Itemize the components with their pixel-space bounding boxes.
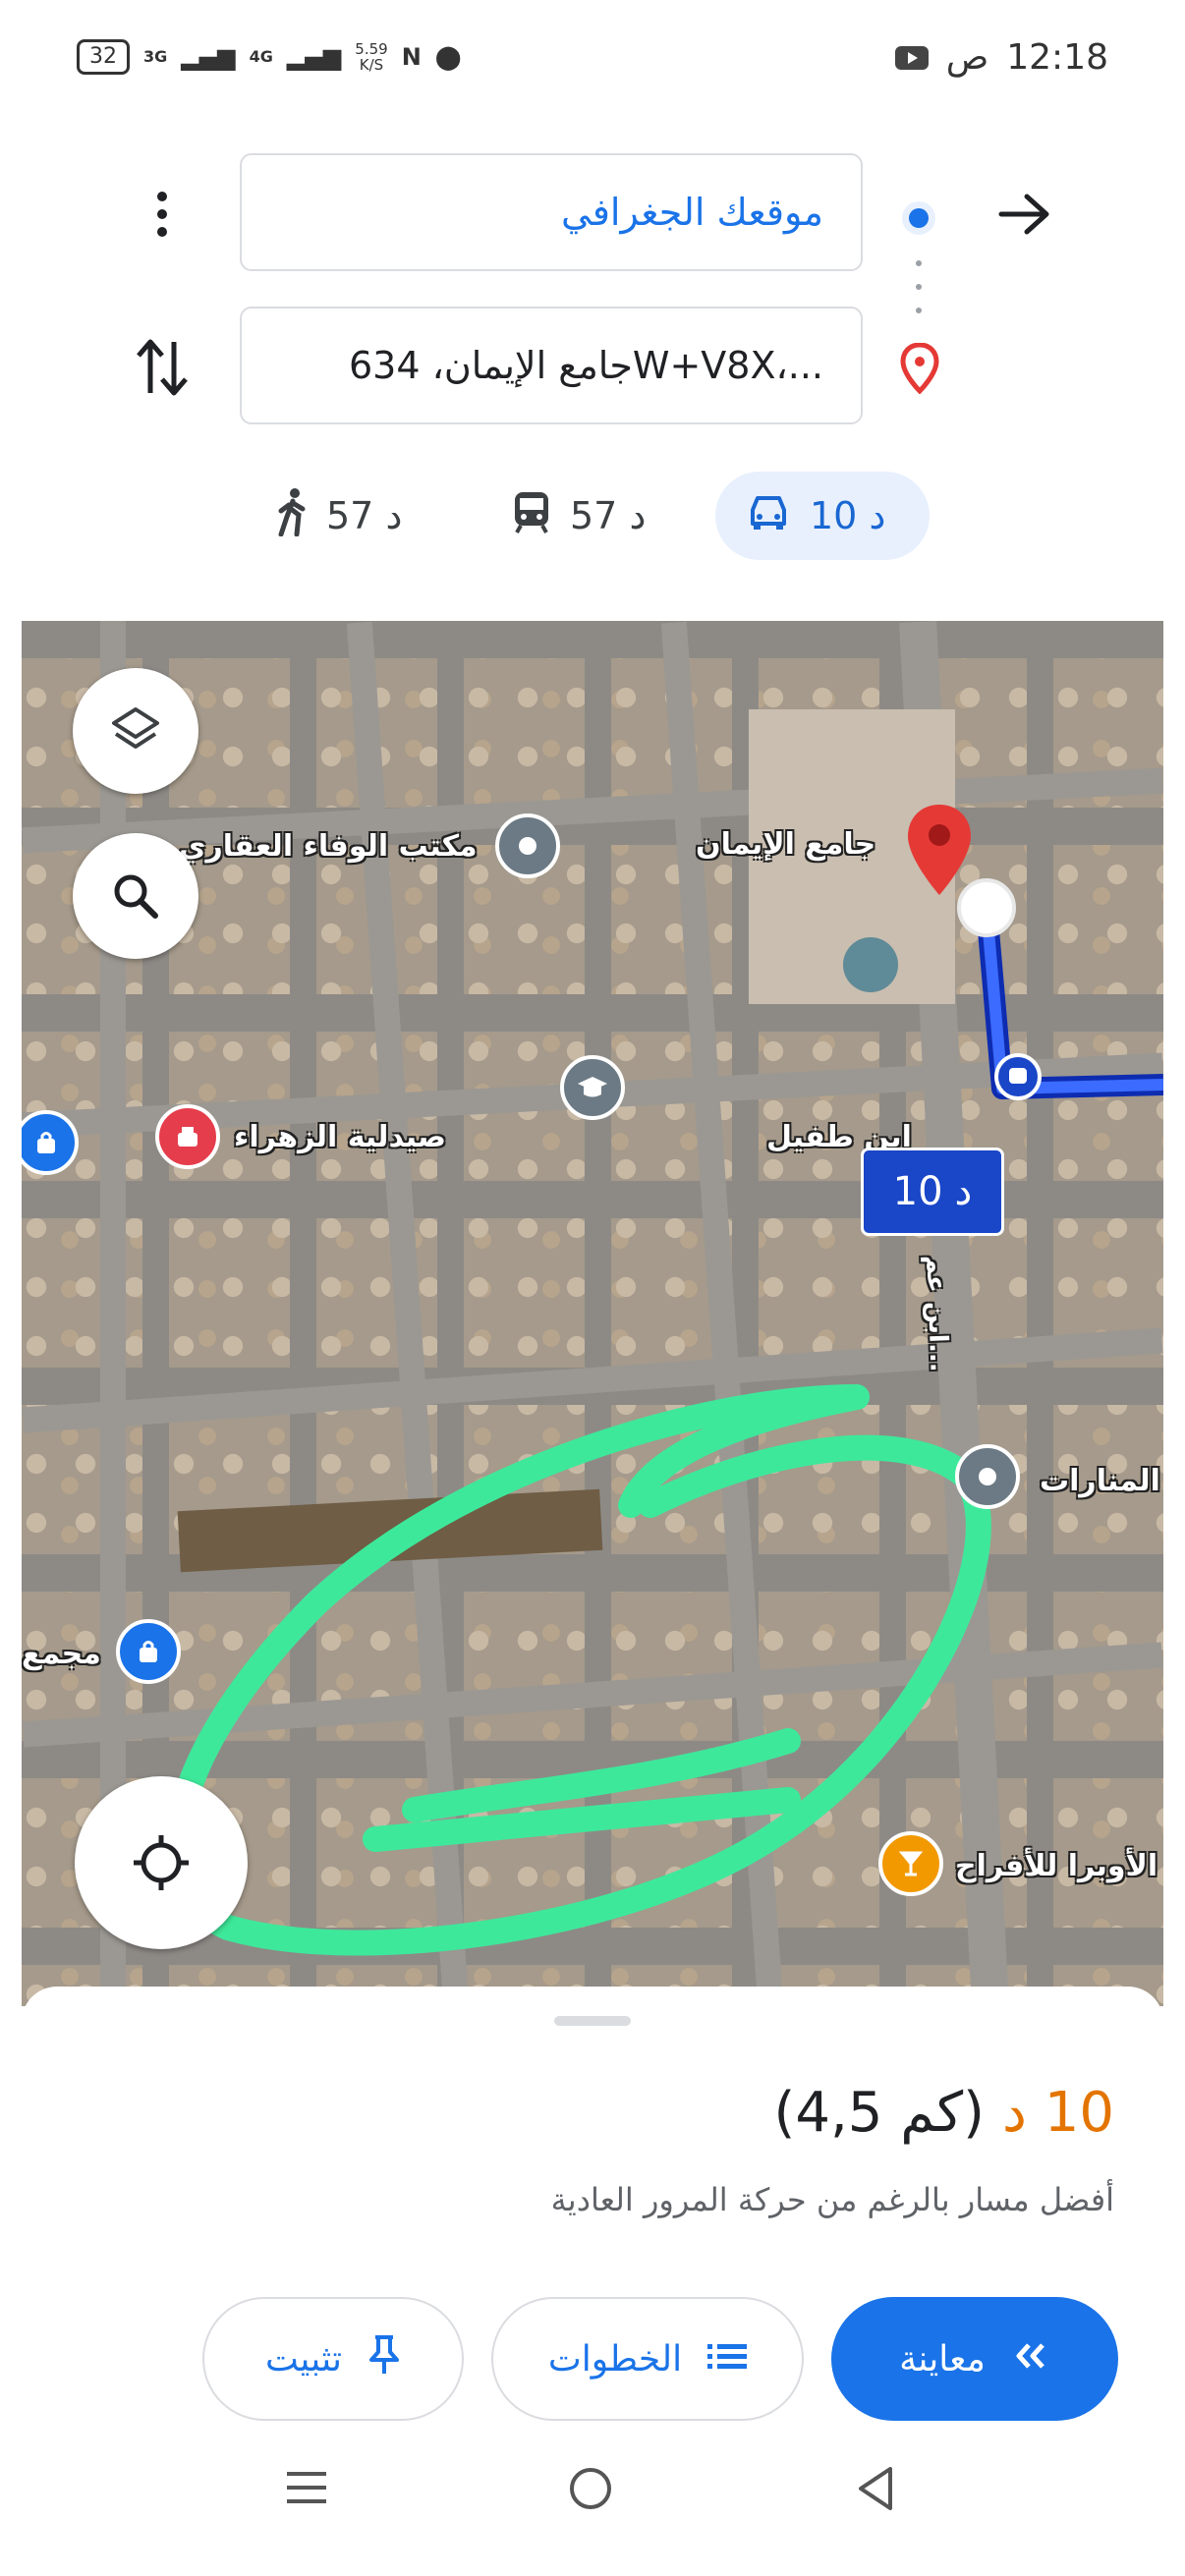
map-label-mosque[interactable]: جامع الإيمان: [696, 827, 875, 862]
system-nav-bar: [0, 2425, 1185, 2576]
preview-button[interactable]: معاينة: [831, 2297, 1118, 2421]
map-label-pharmacy[interactable]: صيدلية الزهراء: [234, 1120, 446, 1154]
battery-indicator: 32: [77, 39, 130, 75]
search-along-route-button[interactable]: [73, 833, 198, 959]
route-dots: [911, 257, 927, 316]
steps-label: الخطوات: [547, 2338, 683, 2380]
shopping-pin-icon[interactable]: [116, 1619, 181, 1684]
map-label-street-ibn-am: ابن عم...: [920, 1255, 954, 1372]
list-icon: [707, 2339, 748, 2380]
route-distance: (4,5 كم): [773, 2081, 985, 2145]
mode-walk-label: 57 د: [326, 494, 403, 537]
route-duration: 10 د: [1001, 2081, 1114, 2145]
status-icons-left: 32 3G ▂▄▆ 4G ▂▄▆ 5.59 K/S N ⬤: [77, 39, 462, 75]
status-bar: 32 3G ▂▄▆ 4G ▂▄▆ 5.59 K/S N ⬤ ص 12:18: [0, 0, 1185, 128]
signal-icon: ▂▄▆: [286, 43, 342, 71]
steps-button[interactable]: الخطوات: [491, 2297, 804, 2421]
signal-icon: ▂▄▆: [181, 43, 236, 71]
ampm-label: ص: [945, 37, 989, 78]
pushpin-icon: [367, 2334, 401, 2384]
network-indicator-4g: 4G: [249, 47, 273, 66]
back-arrow-icon[interactable]: [983, 183, 1067, 246]
destination-pin-icon: [894, 340, 945, 397]
my-location-button[interactable]: [75, 1776, 248, 1949]
car-icon: [745, 492, 792, 540]
place-pin-icon[interactable]: [955, 1444, 1020, 1509]
route-time-chip[interactable]: 10 د: [861, 1148, 1004, 1236]
crosshair-icon: [134, 1835, 189, 1890]
train-icon: [511, 490, 552, 542]
destination-field[interactable]: جامع الإيمان، 634W+V8X،...: [240, 307, 863, 424]
pharmacy-pin-icon[interactable]: [155, 1104, 220, 1169]
venue-pin-icon[interactable]: [878, 1831, 943, 1896]
destination-marker-icon[interactable]: [904, 803, 975, 901]
place-pin-icon[interactable]: [495, 813, 560, 878]
layers-button[interactable]: [73, 668, 198, 794]
status-clock-area: ص 12:18: [894, 37, 1108, 78]
recents-icon[interactable]: [283, 2464, 330, 2515]
map-view[interactable]: جامع الإيمان مكتب الوفاء العقاري صيدلية …: [22, 621, 1163, 2006]
mode-walk-tab[interactable]: 57 د: [275, 472, 402, 560]
origin-field[interactable]: موقعك الجغرافي: [240, 153, 863, 271]
network-speed: 5.59 K/S: [355, 40, 388, 74]
swap-vertical-icon[interactable]: [128, 330, 197, 405]
route-summary: (4,5 كم) 10 د: [773, 2081, 1114, 2145]
more-vertical-icon[interactable]: [138, 183, 187, 246]
map-label-venue[interactable]: الأوبرا للأفراح: [955, 1849, 1157, 1883]
preview-label: معاينة: [899, 2338, 986, 2380]
location-icon: ⬤: [434, 43, 462, 71]
home-icon[interactable]: [566, 2464, 615, 2517]
map-label-manarat[interactable]: المنارات: [1040, 1464, 1160, 1498]
mode-drive-tab[interactable]: 10 د: [715, 472, 930, 560]
mode-transit-tab[interactable]: 57 د: [511, 472, 646, 560]
clock: 12:18: [1006, 37, 1108, 78]
walk-icon: [275, 487, 309, 545]
route-time-unit: د: [954, 1169, 973, 1214]
origin-dot-icon: [893, 193, 944, 244]
pin-button[interactable]: تثبيت: [202, 2297, 464, 2421]
pin-label: تثبيت: [265, 2338, 342, 2380]
mode-drive-label: 10 د: [810, 494, 886, 537]
school-pin-icon[interactable]: [560, 1055, 625, 1120]
sheet-drag-handle[interactable]: [554, 2016, 631, 2026]
double-chevron-left-icon: [1011, 2339, 1050, 2380]
route-note: أفضل مسار بالرغم من حركة المرور العادية: [550, 2181, 1114, 2218]
nfc-icon: N: [401, 43, 422, 71]
network-indicator-3g: 3G: [143, 47, 168, 66]
back-icon[interactable]: [853, 2464, 898, 2517]
transit-stop-icon[interactable]: [994, 1053, 1042, 1100]
map-label-complex[interactable]: مجمع: [22, 1637, 101, 1671]
route-time-value: 10: [892, 1169, 943, 1214]
travel-mode-tabs: 10 د 57 د 57 د: [0, 462, 1185, 570]
mode-transit-label: 57 د: [570, 494, 647, 537]
youtube-icon: [894, 45, 929, 70]
search-icon: [114, 874, 158, 919]
layers-icon: [112, 707, 159, 749]
map-label-office[interactable]: مكتب الوفاء العقاري: [179, 829, 478, 864]
